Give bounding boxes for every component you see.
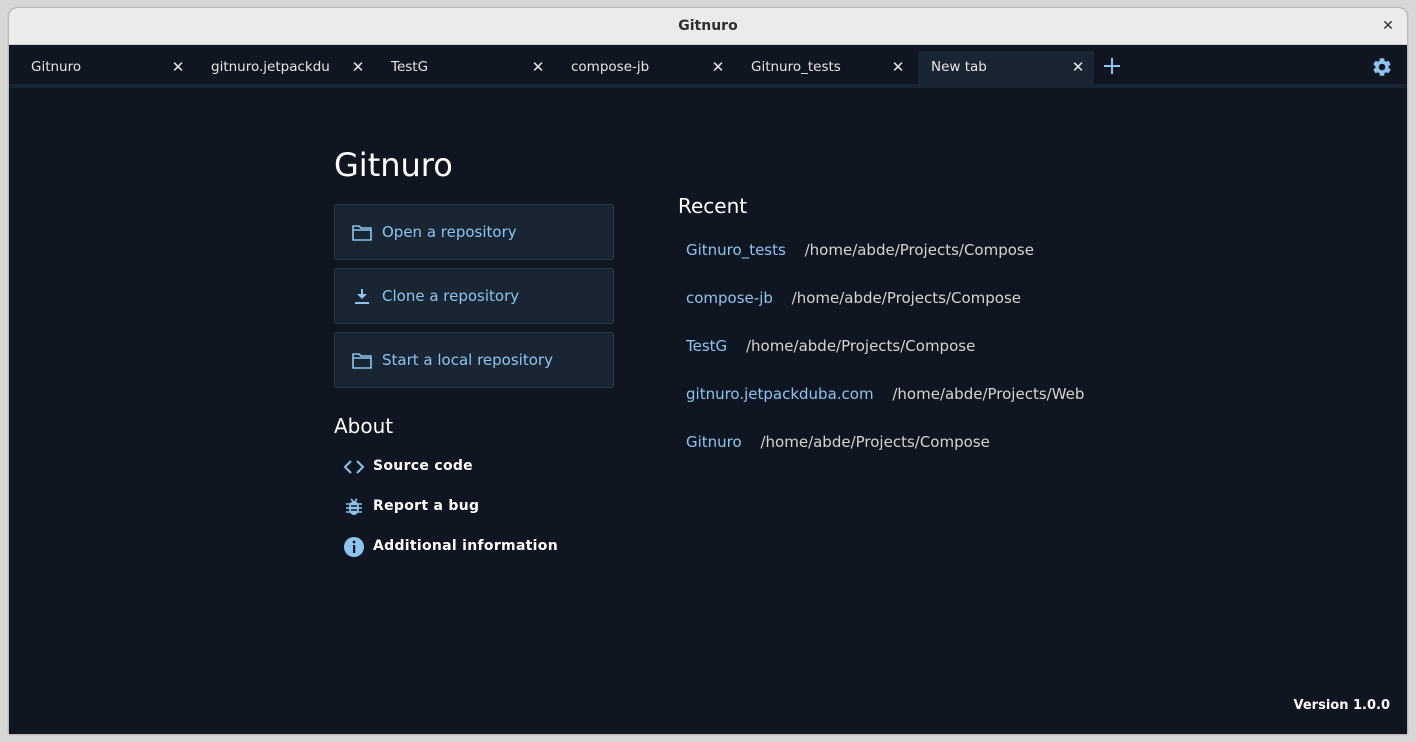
source-code-label: Source code	[373, 458, 473, 474]
recent-repo-link[interactable]: TestG	[686, 337, 727, 355]
recent-title: Recent	[678, 194, 748, 218]
version-label: Version 1.0.0	[1293, 698, 1391, 713]
clone-repository-button[interactable]: Clone a repository	[334, 268, 614, 324]
tab-gitnuro-tests[interactable]: Gitnuro_tests ✕	[738, 51, 914, 84]
tab-close-icon[interactable]: ✕	[530, 51, 546, 84]
open-repository-label: Open a repository	[382, 223, 517, 241]
tab-close-icon[interactable]: ✕	[710, 51, 726, 84]
recent-item-testg: TestG /home/abde/Projects/Compose	[686, 337, 975, 359]
page-title: Gitnuro	[334, 146, 453, 184]
about-title: About	[334, 414, 394, 438]
bug-icon	[346, 498, 362, 515]
welcome-page: Gitnuro Open a repository Clone a reposi…	[9, 88, 1407, 730]
open-repository-button[interactable]: Open a repository	[334, 204, 614, 260]
download-icon	[355, 289, 369, 304]
tab-compose-jb[interactable]: compose-jb ✕	[558, 51, 734, 84]
recent-repo-path: /home/abde/Projects/Compose	[791, 289, 1022, 307]
tab-gitnuro-jetpackduba[interactable]: gitnuro.jetpackdu ✕	[198, 51, 374, 84]
recent-item-gitnuro: Gitnuro /home/abde/Projects/Compose	[686, 433, 990, 455]
report-bug-label: Report a bug	[373, 498, 480, 514]
tab-close-icon[interactable]: ✕	[1070, 51, 1086, 84]
tab-new-tab[interactable]: New tab ✕	[918, 51, 1094, 84]
info-icon	[344, 537, 364, 557]
recent-item-compose-jb: compose-jb /home/abde/Projects/Compose	[686, 289, 1021, 311]
tab-gitnuro[interactable]: Gitnuro ✕	[18, 51, 194, 84]
tab-label: gitnuro.jetpackdu	[211, 59, 330, 75]
recent-repo-link[interactable]: Gitnuro	[686, 433, 742, 451]
title-bar: Gitnuro ✕	[9, 8, 1407, 45]
code-icon	[343, 460, 365, 474]
recent-repo-path: /home/abde/Projects/Compose	[760, 433, 990, 451]
tab-label: Gitnuro	[31, 59, 82, 75]
tab-close-icon[interactable]: ✕	[170, 51, 186, 84]
tab-label: New tab	[931, 59, 987, 75]
tab-testg[interactable]: TestG ✕	[378, 51, 554, 84]
additional-information-label: Additional information	[373, 538, 558, 554]
start-local-repository-label: Start a local repository	[382, 351, 553, 369]
folder-icon	[352, 353, 372, 369]
tab-close-icon[interactable]: ✕	[350, 51, 366, 84]
window-close-button[interactable]: ✕	[1379, 17, 1397, 35]
start-local-repository-button[interactable]: Start a local repository	[334, 332, 614, 388]
gear-icon[interactable]	[1371, 56, 1393, 78]
folder-icon	[352, 225, 372, 241]
tab-label: TestG	[391, 59, 429, 75]
tab-label: compose-jb	[571, 59, 650, 75]
recent-repo-path: /home/abde/Projects/Web	[892, 385, 1085, 403]
recent-repo-path: /home/abde/Projects/Compose	[745, 337, 976, 355]
clone-repository-label: Clone a repository	[382, 287, 520, 305]
plus-icon[interactable]	[1101, 55, 1123, 77]
tab-bar: Gitnuro ✕ gitnuro.jetpackdu ✕ TestG ✕ co…	[9, 45, 1407, 88]
recent-repo-link[interactable]: gitnuro.jetpackduba.com	[686, 385, 874, 403]
tab-close-icon[interactable]: ✕	[890, 51, 906, 84]
recent-repo-link[interactable]: Gitnuro_tests	[686, 241, 786, 259]
recent-repo-path: /home/abde/Projects/Compose	[804, 241, 1034, 259]
recent-repo-link[interactable]: compose-jb	[686, 289, 773, 307]
recent-item-gitnuro-tests: Gitnuro_tests /home/abde/Projects/Compos…	[686, 241, 1034, 263]
recent-item-gitnuro-jetpackduba: gitnuro.jetpackduba.com /home/abde/Proje…	[686, 385, 1084, 407]
app-window: Gitnuro ✕ Gitnuro ✕ gitnuro.jetpackdu ✕ …	[9, 8, 1407, 734]
window-title: Gitnuro	[678, 18, 738, 34]
tab-label: Gitnuro_tests	[751, 59, 841, 75]
